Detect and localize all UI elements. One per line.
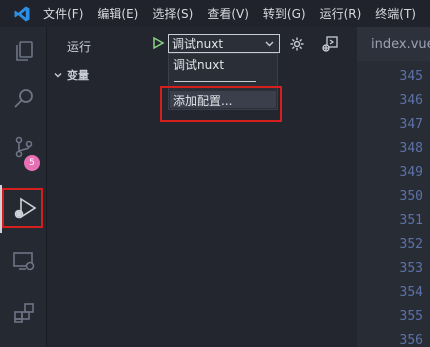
menu-go[interactable]: 转到(G) [263, 5, 306, 22]
vscode-logo-icon [0, 0, 43, 27]
line-number: 351 [399, 213, 423, 228]
line-number: 346 [399, 93, 423, 108]
dropdown-item-nuxt[interactable]: 调试nuxt [173, 56, 224, 73]
menu-file[interactable]: 文件(F) [43, 5, 83, 22]
debug-config-dropdown: 调试nuxt 添加配置... [168, 53, 278, 110]
editor-tab[interactable]: index.vue [357, 27, 430, 61]
extensions-icon[interactable] [0, 289, 47, 337]
dropdown-separator [174, 81, 256, 82]
menu-edit[interactable]: 编辑(E) [97, 5, 138, 22]
explorer-icon[interactable] [0, 27, 47, 75]
search-icon[interactable] [0, 75, 47, 123]
menu-bar: 文件(F) 编辑(E) 选择(S) 查看(V) 转到(G) 运行(R) 终端(T… [43, 0, 430, 27]
title-bar: 文件(F) 编辑(E) 选择(S) 查看(V) 转到(G) 运行(R) 终端(T… [0, 0, 430, 27]
line-number: 354 [399, 285, 423, 300]
run-label: 运行 [67, 40, 92, 54]
line-number: 347 [399, 117, 423, 132]
editor-area: index.vue 345 346 347 348 349 350 351 35… [357, 27, 430, 347]
variables-section-title: 变量 [67, 69, 89, 82]
run-debug-icon[interactable] [0, 185, 47, 233]
menu-run[interactable]: 运行(R) [320, 5, 362, 22]
menu-selection[interactable]: 选择(S) [152, 5, 193, 22]
line-number: 355 [399, 309, 423, 324]
chevron-down-icon [54, 73, 62, 78]
dropdown-item-add-config[interactable]: 添加配置... [173, 92, 232, 109]
remote-explorer-icon[interactable] [0, 237, 47, 285]
start-debugging-icon[interactable] [151, 36, 165, 50]
menu-view[interactable]: 查看(V) [207, 5, 249, 22]
line-number: 356 [399, 333, 423, 347]
selected-config-label: 调试nuxt [172, 37, 224, 51]
source-control-badge: 5 [24, 155, 40, 171]
line-number: 353 [399, 261, 423, 276]
menu-terminal[interactable]: 终端(T) [375, 5, 416, 22]
tab-label: index.vue [371, 36, 430, 52]
line-number: 348 [399, 141, 423, 156]
line-number: 349 [399, 165, 423, 180]
gear-icon[interactable] [289, 36, 305, 52]
line-number: 350 [399, 189, 423, 204]
line-number: 352 [399, 237, 423, 252]
activity-bar: 5 [0, 27, 47, 347]
chevron-down-icon [265, 41, 274, 47]
line-number: 345 [399, 69, 423, 84]
debug-config-select[interactable]: 调试nuxt [168, 34, 280, 53]
debug-console-icon[interactable] [321, 35, 339, 53]
